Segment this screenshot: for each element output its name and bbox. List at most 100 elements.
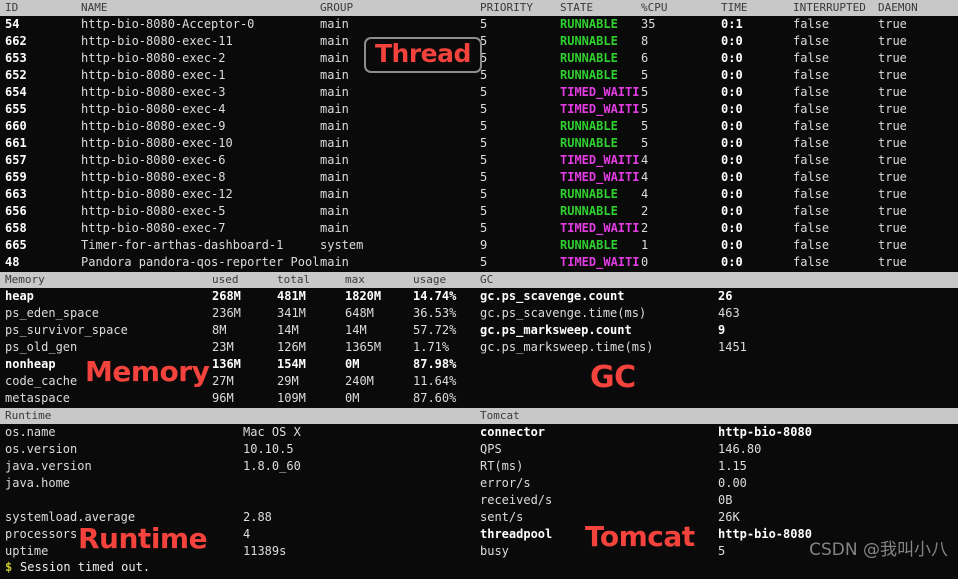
memory-cell-max: 240M: [345, 374, 374, 388]
thread-cell-priority: 5: [480, 136, 488, 150]
thread-row: 54 http-bio-8080-Acceptor-0 main 5 RUNNABLE 3…: [0, 16, 958, 33]
tomcat-cell-name: RT(ms): [480, 459, 524, 473]
tomcat-cell-value: http-bio-8080: [718, 425, 812, 439]
tomcat-cell-value: 26K: [718, 510, 740, 524]
tomcat-row: RT(ms) 1.15: [0, 458, 958, 475]
thread-cell-group: main: [320, 17, 349, 31]
thread-cell-daemon: true: [878, 238, 907, 252]
thread-cell-id: 654: [5, 85, 27, 99]
thread-cell-group: main: [320, 187, 349, 201]
memory-cell-usage: 11.64%: [413, 374, 457, 388]
thread-cell-priority: 5: [480, 17, 488, 31]
annotation-tomcat: Tomcat: [585, 520, 695, 553]
thread-cell-priority: 5: [480, 153, 488, 167]
watermark: CSDN @我叫小八: [809, 540, 948, 560]
thread-cell-interrupted: false: [793, 85, 830, 99]
thread-cell-interrupted: false: [793, 221, 830, 235]
thread-cell-cpu: 2: [641, 204, 649, 218]
thread-cell-group: main: [320, 51, 349, 65]
column-header-time: TIME: [721, 1, 748, 14]
thread-cell-daemon: true: [878, 136, 907, 150]
tomcat-cell-value: 146.80: [718, 442, 762, 456]
thread-cell-name: http-bio-8080-exec-11: [81, 34, 233, 48]
thread-cell-time: 0:0: [721, 102, 743, 116]
column-header-memory: Memory: [5, 273, 45, 286]
thread-cell-group: main: [320, 255, 349, 269]
thread-cell-state: TIMED_WAITI: [560, 85, 640, 99]
memory-cell-used: 27M: [212, 374, 234, 388]
thread-cell-priority: 5: [480, 221, 488, 235]
thread-cell-name: http-bio-8080-exec-10: [81, 136, 233, 150]
thread-cell-name: http-bio-8080-exec-4: [81, 102, 226, 116]
thread-cell-id: 657: [5, 153, 27, 167]
thread-row: 659 http-bio-8080-exec-8 main 5 TIMED_WAITI 4…: [0, 169, 958, 186]
thread-cell-daemon: true: [878, 119, 907, 133]
thread-cell-id: 665: [5, 238, 27, 252]
column-header-used: used: [212, 273, 239, 286]
thread-cell-cpu: 1: [641, 238, 649, 252]
thread-cell-state: TIMED_WAITI: [560, 102, 640, 116]
thread-cell-time: 0:0: [721, 238, 743, 252]
thread-cell-time: 0:0: [721, 34, 743, 48]
thread-row: 660 http-bio-8080-exec-9 main 5 RUNNABLE 5 0:0…: [0, 118, 958, 135]
thread-cell-priority: 5: [480, 204, 488, 218]
prompt-sigil: $: [5, 560, 13, 574]
annotation-thread: Thread: [364, 37, 482, 73]
tomcat-cell-name: QPS: [480, 442, 502, 456]
column-header-usage: usage: [413, 273, 447, 286]
column-header-priority: PRIORITY: [480, 1, 533, 14]
thread-cell-cpu: 4: [641, 187, 649, 201]
memory-cell-usage: 87.98%: [413, 357, 457, 371]
thread-cell-group: main: [320, 102, 349, 116]
memory-cell-max: 0M: [345, 391, 360, 405]
thread-cell-priority: 5: [480, 68, 488, 82]
thread-cell-group: main: [320, 68, 349, 82]
thread-cell-state: RUNNABLE: [560, 136, 618, 150]
thread-row: 48 Pandora pandora-qos-reporter Pool main 5…: [0, 254, 958, 271]
thread-cell-id: 658: [5, 221, 27, 235]
thread-cell-id: 48: [5, 255, 20, 269]
tomcat-cell-name: sent/s: [480, 510, 524, 524]
gc-cell-name: gc.ps_marksweep.time(ms): [480, 340, 654, 354]
thread-cell-id: 662: [5, 34, 27, 48]
column-header-max: max: [345, 273, 365, 286]
gc-cell-value: 26: [718, 289, 733, 303]
thread-cell-state: RUNNABLE: [560, 68, 618, 82]
thread-cell-interrupted: false: [793, 238, 830, 252]
thread-cell-interrupted: false: [793, 187, 830, 201]
memory-cell-max: 0M: [345, 357, 360, 371]
thread-cell-time: 0:0: [721, 153, 743, 167]
gc-cell-value: 9: [718, 323, 726, 337]
memory-cell-total: 109M: [277, 391, 306, 405]
runtime-table-header: Runtime Tomcat: [0, 408, 958, 424]
thread-cell-id: 659: [5, 170, 27, 184]
thread-cell-state: TIMED_WAITI: [560, 255, 640, 269]
thread-cell-name: http-bio-8080-exec-2: [81, 51, 226, 65]
thread-row: 661 http-bio-8080-exec-10 main 5 RUNNABLE 5 0:…: [0, 135, 958, 152]
thread-cell-state: RUNNABLE: [560, 51, 618, 65]
memory-table-header: Memory used total max usage GC: [0, 272, 958, 288]
tomcat-row: QPS 146.80: [0, 441, 958, 458]
column-header-state: STATE: [560, 1, 594, 14]
thread-cell-group: main: [320, 85, 349, 99]
thread-cell-priority: 5: [480, 102, 488, 116]
thread-cell-name: http-bio-8080-exec-8: [81, 170, 226, 184]
thread-cell-interrupted: false: [793, 102, 830, 116]
thread-cell-state: RUNNABLE: [560, 187, 618, 201]
thread-cell-time: 0:1: [721, 17, 743, 31]
thread-cell-group: main: [320, 204, 349, 218]
thread-cell-group: main: [320, 153, 349, 167]
gc-row: gc.ps_scavenge.count 26: [0, 288, 958, 305]
thread-cell-interrupted: false: [793, 255, 830, 269]
thread-cell-name: Timer-for-arthas-dashboard-1: [81, 238, 284, 252]
column-header-gc: GC: [480, 273, 494, 286]
thread-cell-priority: 5: [480, 255, 488, 269]
annotation-memory: Memory: [85, 355, 210, 388]
annotation-gc: GC: [590, 360, 636, 395]
thread-cell-time: 0:0: [721, 51, 743, 65]
memory-cell-usage: 87.60%: [413, 391, 457, 405]
thread-cell-cpu: 5: [641, 85, 649, 99]
memory-cell-name: metaspace: [5, 391, 71, 405]
prompt-line[interactable]: $ Session timed out.: [0, 559, 958, 576]
memory-row: metaspace 96M 109M 0M 87.60%: [0, 390, 958, 407]
